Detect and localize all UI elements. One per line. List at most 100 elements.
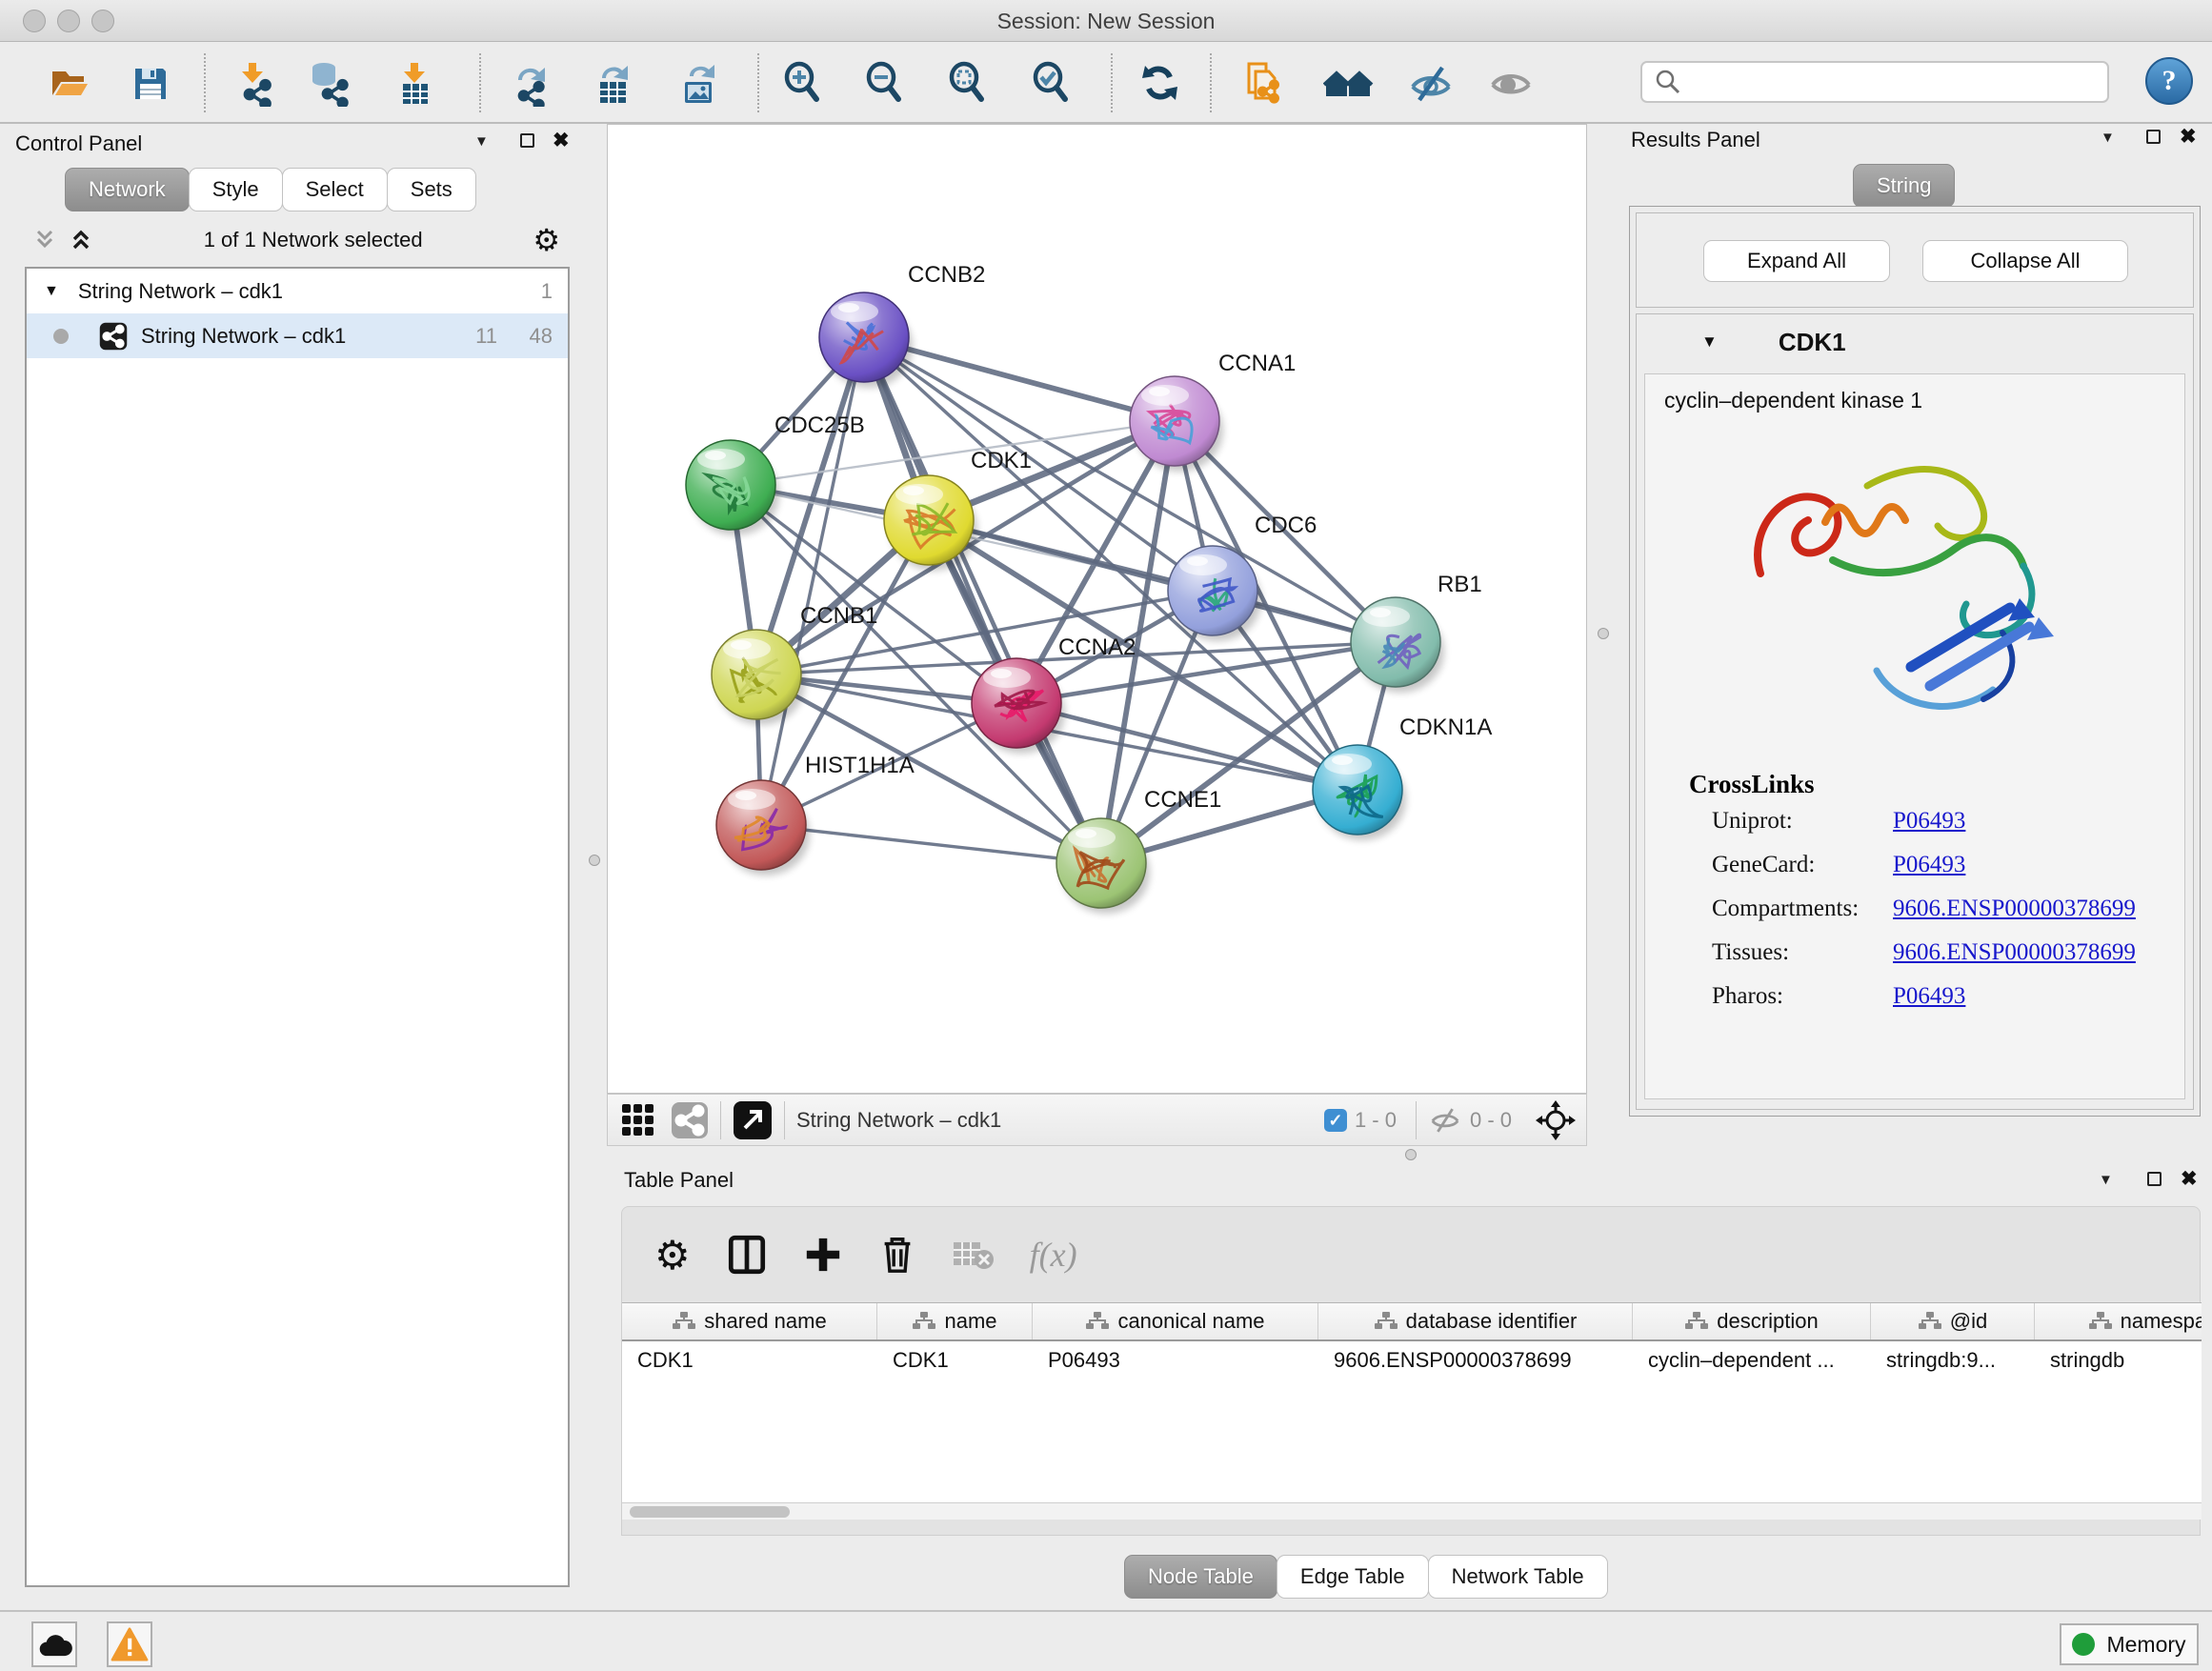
tab-network-table[interactable]: Network Table bbox=[1428, 1555, 1608, 1599]
crosslink-link[interactable]: P06493 bbox=[1893, 983, 1965, 1010]
zoom-out-button[interactable] bbox=[858, 59, 912, 109]
first-neighbors-button[interactable] bbox=[1322, 59, 1376, 109]
function-builder-button[interactable]: f(x) bbox=[1030, 1235, 1077, 1275]
tab-node-table[interactable]: Node Table bbox=[1124, 1555, 1277, 1599]
popout-view-icon[interactable] bbox=[733, 1100, 773, 1140]
delete-column-button[interactable] bbox=[877, 1234, 917, 1276]
string-documents-button[interactable] bbox=[1237, 59, 1290, 109]
collapse-all-icon[interactable] bbox=[32, 228, 57, 252]
zoom-in-button[interactable] bbox=[776, 59, 830, 109]
column-header-canonical-name[interactable]: canonical name bbox=[1033, 1303, 1318, 1339]
panel-float-icon[interactable] bbox=[2146, 130, 2161, 144]
table-cell[interactable]: cyclin–dependent ... bbox=[1633, 1341, 1871, 1379]
import-network-from-database-button[interactable] bbox=[303, 59, 356, 109]
scrollbar-thumb[interactable] bbox=[630, 1506, 790, 1518]
network-node[interactable] bbox=[972, 658, 1065, 754]
memory-button[interactable]: Memory bbox=[2060, 1623, 2199, 1665]
import-table-button[interactable] bbox=[389, 59, 442, 109]
panel-menu-caret-icon[interactable]: ▼ bbox=[2099, 1172, 2113, 1188]
show-all-button[interactable] bbox=[1484, 59, 1538, 109]
network-node[interactable] bbox=[1130, 376, 1223, 472]
network-view-canvas[interactable]: CCNB2CCNA1CDC25BCDK1CDC6RB1CCNB1CCNA2CDK… bbox=[607, 124, 1587, 1094]
expand-all-button[interactable]: Expand All bbox=[1703, 240, 1890, 282]
selected-nodes-checkbox[interactable]: ✓ bbox=[1324, 1109, 1347, 1132]
panel-close-icon[interactable]: ✖ bbox=[2180, 125, 2197, 149]
create-column-button[interactable] bbox=[803, 1235, 843, 1275]
collection-expand-caret-icon[interactable]: ▼ bbox=[44, 283, 59, 300]
hide-selected-button[interactable] bbox=[1404, 59, 1458, 109]
search-input[interactable] bbox=[1690, 70, 2107, 94]
tab-sets[interactable]: Sets bbox=[387, 168, 476, 211]
tab-edge-table[interactable]: Edge Table bbox=[1277, 1555, 1429, 1599]
export-image-button[interactable] bbox=[673, 59, 726, 109]
export-table-button[interactable] bbox=[587, 59, 640, 109]
zoom-fit-button[interactable] bbox=[941, 59, 995, 109]
gene-section-header[interactable]: ▼ CDK1 bbox=[1637, 314, 2193, 370]
table-cell[interactable]: stringdb bbox=[2035, 1341, 2202, 1379]
network-view-title: String Network – cdk1 bbox=[796, 1108, 1001, 1133]
network-node[interactable] bbox=[1351, 597, 1444, 693]
column-header-name[interactable]: name bbox=[877, 1303, 1033, 1339]
section-collapse-caret-icon[interactable]: ▼ bbox=[1701, 332, 1718, 352]
horizontal-scrollbar[interactable] bbox=[622, 1502, 2202, 1520]
export-network-button[interactable] bbox=[503, 59, 556, 109]
collapse-all-button[interactable]: Collapse All bbox=[1922, 240, 2128, 282]
network-node[interactable] bbox=[686, 440, 779, 535]
table-cell[interactable]: CDK1 bbox=[622, 1341, 877, 1379]
column-header-id[interactable]: @id bbox=[1871, 1303, 2035, 1339]
tab-string[interactable]: String bbox=[1853, 164, 1955, 208]
network-edge[interactable] bbox=[864, 337, 1101, 863]
network-node[interactable] bbox=[884, 475, 977, 571]
birdseye-view-icon[interactable] bbox=[619, 1101, 657, 1139]
table-cell[interactable]: stringdb:9... bbox=[1871, 1341, 2035, 1379]
crosshair-icon[interactable] bbox=[1535, 1099, 1577, 1141]
table-row[interactable]: CDK1CDK1P064939606.ENSP00000378699cyclin… bbox=[622, 1341, 2202, 1379]
network-row-selected[interactable]: String Network – cdk1 11 48 bbox=[27, 313, 568, 358]
network-node[interactable] bbox=[1056, 818, 1150, 914]
warnings-button[interactable] bbox=[107, 1621, 152, 1667]
import-network-button[interactable] bbox=[227, 59, 280, 109]
network-collection-row[interactable]: ▼ String Network – cdk1 1 bbox=[27, 269, 568, 313]
right-splitter-handle[interactable] bbox=[1598, 628, 1609, 639]
column-header-description[interactable]: description bbox=[1633, 1303, 1871, 1339]
tab-network[interactable]: Network bbox=[65, 168, 190, 211]
zoom-selected-button[interactable] bbox=[1025, 59, 1078, 109]
table-settings-button[interactable]: ⚙ bbox=[654, 1232, 691, 1278]
panel-close-icon[interactable]: ✖ bbox=[553, 129, 570, 152]
crosslink-link[interactable]: P06493 bbox=[1893, 808, 1965, 835]
column-header-database-identifier[interactable]: database identifier bbox=[1318, 1303, 1633, 1339]
network-edge[interactable] bbox=[761, 825, 1101, 863]
network-node[interactable] bbox=[716, 780, 810, 876]
show-columns-button[interactable] bbox=[725, 1233, 769, 1277]
panel-float-icon[interactable] bbox=[520, 133, 534, 148]
network-node[interactable] bbox=[1313, 745, 1406, 840]
delete-table-button[interactable] bbox=[952, 1237, 995, 1273]
bottom-splitter-handle[interactable] bbox=[1405, 1149, 1417, 1160]
column-header-shared-name[interactable]: shared name bbox=[622, 1303, 877, 1339]
string-panel-toggle-icon[interactable] bbox=[671, 1101, 709, 1139]
panel-float-icon[interactable] bbox=[2147, 1172, 2162, 1186]
gear-icon[interactable]: ⚙ bbox=[533, 222, 560, 258]
expand-all-icon[interactable] bbox=[69, 228, 93, 252]
table-cell[interactable]: P06493 bbox=[1033, 1341, 1318, 1379]
save-session-button[interactable] bbox=[124, 59, 177, 109]
crosslink-link[interactable]: 9606.ENSP00000378699 bbox=[1893, 896, 2136, 922]
table-cell[interactable]: CDK1 bbox=[877, 1341, 1033, 1379]
network-node-count: 11 bbox=[475, 324, 497, 349]
column-header-namespace[interactable]: namespace bbox=[2035, 1303, 2202, 1339]
crosslink-link[interactable]: P06493 bbox=[1893, 852, 1965, 878]
left-splitter-handle[interactable] bbox=[589, 855, 600, 866]
tab-style[interactable]: Style bbox=[189, 168, 283, 211]
open-session-button[interactable] bbox=[42, 59, 95, 109]
network-graph[interactable]: CCNB2CCNA1CDC25BCDK1CDC6RB1CCNB1CCNA2CDK… bbox=[608, 125, 1586, 1093]
table-cell[interactable]: 9606.ENSP00000378699 bbox=[1318, 1341, 1633, 1379]
search-field[interactable] bbox=[1640, 61, 2109, 103]
panel-menu-caret-icon[interactable]: ▼ bbox=[2101, 130, 2115, 146]
refresh-button[interactable] bbox=[1134, 59, 1187, 109]
help-button[interactable]: ? bbox=[2145, 57, 2193, 105]
cloud-button[interactable] bbox=[31, 1621, 77, 1667]
crosslink-link[interactable]: 9606.ENSP00000378699 bbox=[1893, 939, 2136, 966]
tab-select[interactable]: Select bbox=[282, 168, 388, 211]
panel-menu-caret-icon[interactable]: ▼ bbox=[474, 133, 489, 150]
panel-close-icon[interactable]: ✖ bbox=[2181, 1167, 2198, 1191]
